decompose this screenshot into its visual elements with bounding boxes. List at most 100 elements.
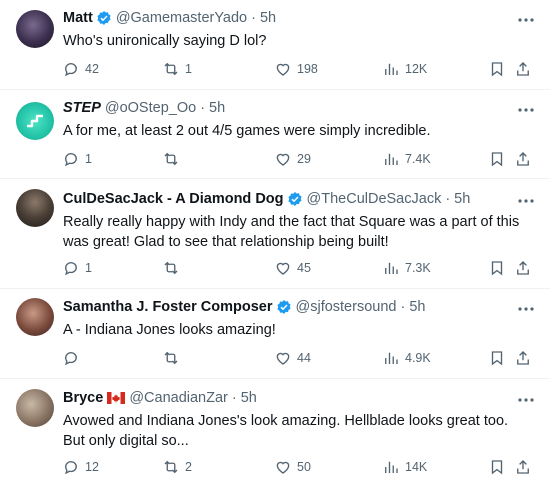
like-button[interactable]: 44 [274, 346, 311, 370]
like-count: 29 [297, 152, 311, 166]
handle[interactable]: @TheCulDeSacJack [307, 191, 442, 207]
share-icon [517, 351, 529, 365]
avatar[interactable] [16, 189, 54, 227]
timestamp[interactable]: 5h [241, 390, 257, 406]
display-name[interactable]: Matt [63, 10, 93, 26]
bookmark-icon [491, 351, 503, 366]
like-button[interactable]: 29 [274, 147, 311, 171]
more-options-icon[interactable] [516, 301, 536, 317]
retweet-button[interactable]: 2 [162, 455, 192, 479]
more-options-icon[interactable] [516, 193, 536, 209]
heart-icon [276, 63, 290, 76]
reply-button[interactable]: 1 [62, 147, 92, 171]
share-button[interactable] [514, 57, 532, 81]
view-count: 7.3K [405, 261, 431, 275]
timestamp[interactable]: 5h [209, 100, 225, 116]
retweet-icon [164, 152, 178, 166]
avatar[interactable] [16, 389, 54, 427]
view-count: 12K [405, 62, 428, 76]
timestamp[interactable]: 5h [409, 299, 425, 315]
share-button[interactable] [514, 147, 532, 171]
action-bar: 1 45 7.3K [58, 256, 538, 280]
tweet[interactable]: Samantha J. Foster Composer @sjfostersou… [0, 289, 550, 379]
views-button[interactable]: 7.3K [382, 256, 431, 280]
display-name[interactable]: Bryce [63, 390, 103, 406]
share-button[interactable] [514, 256, 532, 280]
view-count: 14K [405, 460, 428, 474]
action-bar: 1 29 7.4K [58, 147, 538, 171]
retweet-button[interactable] [162, 346, 185, 370]
tweet-header: Bryce @CanadianZar · 5h [63, 390, 510, 406]
timestamp[interactable]: 5h [260, 10, 276, 26]
reply-count: 42 [85, 62, 99, 76]
display-name[interactable]: STEP [63, 100, 101, 116]
reply-icon [65, 461, 77, 475]
avatar[interactable] [16, 298, 54, 336]
verified-badge-icon [287, 192, 302, 206]
views-button[interactable]: 4.9K [382, 346, 431, 370]
like-count: 45 [297, 261, 311, 275]
analytics-icon [385, 262, 398, 274]
bookmark-button[interactable] [488, 57, 506, 81]
like-button[interactable]: 45 [274, 256, 311, 280]
views-button[interactable]: 14K [382, 455, 427, 479]
more-options-icon[interactable] [516, 392, 536, 408]
like-button[interactable]: 198 [274, 57, 318, 81]
like-count: 44 [297, 351, 311, 365]
tweet[interactable]: Bryce @CanadianZar · 5h Avowed and India… [0, 379, 550, 485]
reply-icon [65, 262, 77, 276]
verified-badge-icon [97, 11, 111, 25]
reply-count: 1 [85, 152, 92, 166]
heart-icon [276, 153, 290, 166]
reply-icon [65, 63, 77, 77]
timestamp[interactable]: 5h [454, 191, 470, 207]
reply-button[interactable] [62, 346, 85, 370]
views-button[interactable]: 12K [382, 57, 427, 81]
view-count: 4.9K [405, 351, 431, 365]
bookmark-icon [491, 62, 503, 77]
tweet[interactable]: CulDeSacJack - A Diamond Dog @TheCulDeSa… [0, 179, 550, 289]
handle[interactable]: @oOStep_Oo [105, 100, 196, 116]
retweet-button[interactable] [162, 147, 185, 171]
canada-flag-icon [107, 392, 126, 404]
tweet-text: Who's unironically saying D lol? [63, 33, 267, 49]
tweet-header: Samantha J. Foster Composer @sjfostersou… [63, 299, 510, 315]
bookmark-button[interactable] [488, 346, 506, 370]
display-name[interactable]: CulDeSacJack - A Diamond Dog [63, 191, 284, 207]
bookmark-button[interactable] [488, 455, 506, 479]
avatar[interactable] [16, 10, 54, 48]
bookmark-icon [491, 261, 503, 276]
handle[interactable]: @CanadianZar [129, 390, 228, 406]
views-button[interactable]: 7.4K [382, 147, 431, 171]
reply-icon [65, 352, 77, 366]
share-button[interactable] [514, 346, 532, 370]
share-button[interactable] [514, 455, 532, 479]
handle[interactable]: @sjfostersound [296, 299, 397, 315]
reply-button[interactable]: 42 [62, 57, 99, 81]
handle[interactable]: @GamemasterYado [116, 10, 247, 26]
reply-button[interactable]: 1 [62, 256, 92, 280]
retweet-count: 1 [185, 62, 192, 76]
tweet[interactable]: STEP @oOStep_Oo · 5h A for me, at least … [0, 90, 550, 179]
bookmark-icon [491, 460, 503, 475]
retweet-button[interactable] [162, 256, 185, 280]
retweet-icon [164, 261, 178, 275]
tweet-header: CulDeSacJack - A Diamond Dog @TheCulDeSa… [63, 191, 510, 207]
reply-count: 1 [85, 261, 92, 275]
action-bar: 42 1 198 12K [58, 57, 538, 81]
avatar[interactable] [16, 102, 54, 140]
reply-button[interactable]: 12 [62, 455, 99, 479]
more-options-icon[interactable] [516, 12, 536, 28]
reply-count: 12 [85, 460, 99, 474]
display-name[interactable]: Samantha J. Foster Composer [63, 299, 273, 315]
more-options-icon[interactable] [516, 102, 536, 118]
retweet-button[interactable]: 1 [162, 57, 192, 81]
tweet[interactable]: Matt @GamemasterYado · 5h Who's unironic… [0, 0, 550, 90]
retweet-icon [164, 351, 178, 365]
bookmark-button[interactable] [488, 147, 506, 171]
tweet-header: Matt @GamemasterYado · 5h [63, 10, 510, 26]
analytics-icon [385, 63, 398, 75]
bookmark-button[interactable] [488, 256, 506, 280]
analytics-icon [385, 352, 398, 364]
like-button[interactable]: 50 [274, 455, 311, 479]
